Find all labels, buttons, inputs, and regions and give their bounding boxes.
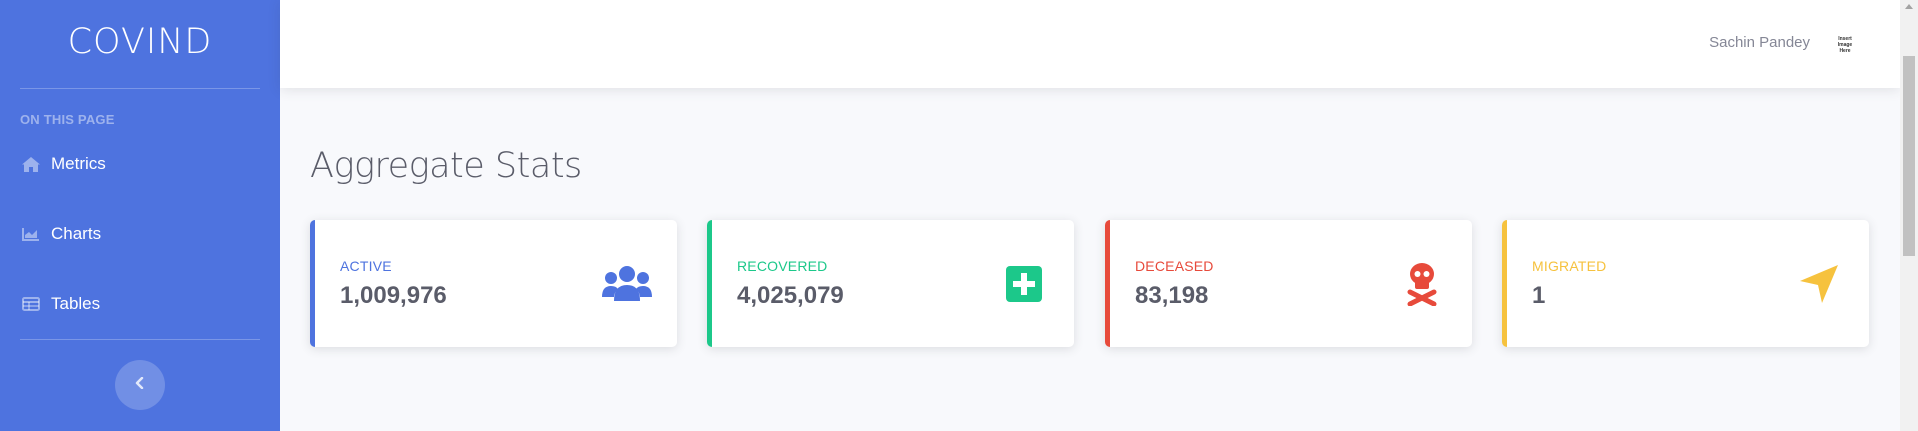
sidebar-divider [20, 88, 260, 89]
stat-card-label: MIGRATED [1532, 258, 1607, 274]
stat-card-deceased: DECEASED 83,198 [1105, 220, 1472, 347]
stat-card-label: ACTIVE [340, 258, 392, 274]
home-icon [20, 155, 42, 173]
chevron-left-icon [135, 376, 145, 394]
stat-card-value: 83,198 [1135, 282, 1209, 309]
plus-square-icon [998, 262, 1050, 306]
sidebar-toggle-button[interactable] [115, 360, 165, 410]
table-icon [20, 295, 42, 313]
stat-card-label: RECOVERED [737, 258, 828, 274]
sidebar-item-metrics[interactable]: Metrics [20, 149, 106, 179]
sidebar-item-charts[interactable]: Charts [20, 219, 101, 249]
sidebar-item-label: Metrics [51, 154, 106, 173]
stat-card-value: 4,025,079 [737, 282, 844, 309]
sidebar-divider [20, 339, 260, 340]
page-scrollbar[interactable] [1900, 0, 1918, 431]
avatar-placeholder-text: Here [1839, 48, 1851, 54]
user-name[interactable]: Sachin Pandey [1709, 34, 1810, 51]
sidebar-item-label: Tables [51, 294, 101, 313]
scroll-up-arrow-icon[interactable] [1905, 4, 1913, 9]
sidebar: COVIND ON THIS PAGE Metrics Charts Table… [0, 0, 280, 431]
stat-card-value: 1 [1532, 282, 1546, 309]
brand-logo[interactable]: COVIND [0, 22, 280, 62]
scrollbar-thumb[interactable] [1903, 56, 1915, 256]
page-title: Aggregate Stats [310, 146, 582, 186]
location-arrow-icon [1793, 262, 1845, 306]
sidebar-item-tables[interactable]: Tables [20, 289, 100, 319]
stat-card-value: 1,009,976 [340, 282, 447, 309]
stat-card-recovered: RECOVERED 4,025,079 [707, 220, 1074, 347]
sidebar-section-heading: ON THIS PAGE [20, 112, 115, 127]
stat-card-label: DECEASED [1135, 258, 1214, 274]
sidebar-item-label: Charts [51, 224, 102, 243]
stat-card-active: ACTIVE 1,009,976 [310, 220, 677, 347]
topbar: Sachin Pandey Insert Image Here [280, 0, 1900, 88]
area-chart-icon [20, 225, 42, 243]
stat-card-migrated: MIGRATED 1 [1502, 220, 1869, 347]
users-icon [601, 262, 653, 306]
avatar[interactable]: Insert Image Here [1832, 32, 1858, 58]
skull-crossbones-icon [1396, 262, 1448, 306]
